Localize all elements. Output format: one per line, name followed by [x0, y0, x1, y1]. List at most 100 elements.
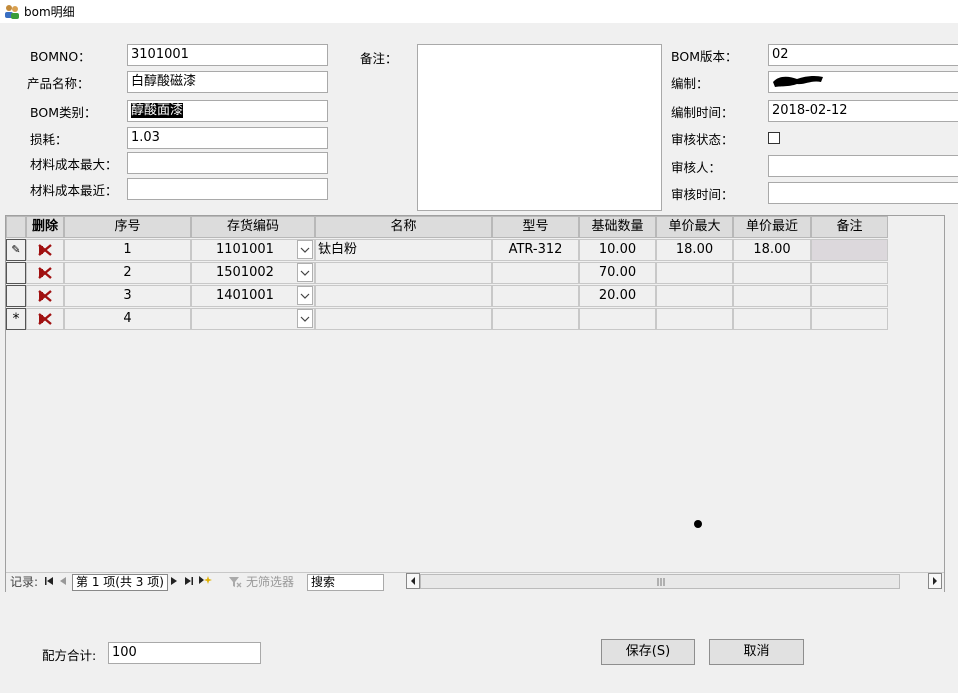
price-max-cell[interactable]	[656, 285, 733, 307]
delete-row-icon[interactable]	[38, 244, 52, 256]
bomtype-label: BOM类别：	[30, 105, 97, 120]
scroll-right-icon[interactable]	[928, 573, 942, 589]
cost-recent-field[interactable]	[127, 178, 328, 200]
qty-cell[interactable]	[579, 308, 656, 330]
new-record-icon[interactable]	[198, 575, 212, 587]
row-selector[interactable]: ✎	[6, 239, 26, 261]
seq-cell[interactable]: 3	[64, 285, 191, 307]
col-header-note: 备注	[811, 216, 888, 238]
name-cell[interactable]	[315, 308, 492, 330]
code-dropdown-button[interactable]	[297, 263, 313, 282]
cost-recent-label: 材料成本最近：	[30, 183, 118, 198]
code-dropdown-button[interactable]	[297, 240, 313, 259]
col-header-price-recent: 单价最近	[733, 216, 811, 238]
chevron-down-icon	[300, 247, 310, 253]
qty-cell[interactable]: 70.00	[579, 262, 656, 284]
delete-cell[interactable]	[26, 308, 64, 330]
record-navigator: 记录: 第 1 项(共 3 项) 无筛选器 搜索	[6, 572, 944, 592]
col-header-price-max: 单价最大	[656, 216, 733, 238]
bomtype-value: 醇酸面漆	[131, 103, 184, 118]
note-cell[interactable]	[811, 262, 888, 284]
filter-icon	[229, 577, 242, 588]
delete-cell[interactable]	[26, 285, 64, 307]
price-recent-cell[interactable]: 18.00	[733, 239, 811, 261]
scroll-thumb[interactable]	[420, 574, 900, 589]
code-dropdown-button[interactable]	[297, 286, 313, 305]
author-time-field[interactable]: 2018-02-12	[768, 100, 958, 122]
delete-cell[interactable]	[26, 239, 64, 261]
delete-row-icon[interactable]	[38, 290, 52, 302]
audit-time-field[interactable]	[768, 182, 958, 204]
audit-status-label: 审核状态：	[671, 132, 734, 147]
code-dropdown-button[interactable]	[297, 309, 313, 328]
auditor-field[interactable]	[768, 155, 958, 177]
row-selector[interactable]	[6, 285, 26, 307]
loss-field[interactable]: 1.03	[127, 127, 328, 149]
formula-total-field[interactable]: 100	[108, 642, 261, 664]
remark-textarea[interactable]	[417, 44, 662, 211]
model-cell[interactable]	[492, 285, 579, 307]
qty-cell[interactable]: 20.00	[579, 285, 656, 307]
price-max-cell[interactable]	[656, 308, 733, 330]
window-title: bom明细	[24, 5, 75, 19]
price-recent-cell[interactable]	[733, 262, 811, 284]
price-recent-cell[interactable]	[733, 308, 811, 330]
formula-total-label: 配方合计:	[42, 648, 97, 663]
price-max-cell[interactable]	[656, 262, 733, 284]
next-record-icon[interactable]	[170, 576, 178, 586]
remark-label: 备注：	[360, 51, 398, 66]
col-header-code: 存货编码	[191, 216, 315, 238]
col-header-model: 型号	[492, 216, 579, 238]
save-button[interactable]: 保存(S)	[601, 639, 695, 665]
search-box[interactable]: 搜索	[307, 574, 384, 591]
bomno-field[interactable]: 3101001	[127, 44, 328, 66]
author-label: 编制：	[671, 76, 709, 91]
new-row-selector[interactable]: *	[6, 308, 26, 330]
note-cell[interactable]	[811, 239, 888, 261]
no-filter-label[interactable]: 无筛选器	[246, 574, 294, 590]
bomtype-field[interactable]: 醇酸面漆	[127, 100, 328, 122]
col-header-name: 名称	[315, 216, 492, 238]
record-label: 记录:	[10, 575, 39, 589]
note-cell[interactable]	[811, 308, 888, 330]
name-cell[interactable]	[315, 262, 492, 284]
first-record-icon[interactable]	[44, 576, 54, 586]
chevron-down-icon	[300, 316, 310, 322]
author-field[interactable]	[768, 71, 958, 93]
note-cell[interactable]	[811, 285, 888, 307]
col-header-seq: 序号	[64, 216, 191, 238]
name-cell[interactable]	[315, 285, 492, 307]
model-cell[interactable]	[492, 262, 579, 284]
seq-cell[interactable]: 2	[64, 262, 191, 284]
qty-cell[interactable]: 10.00	[579, 239, 656, 261]
cost-max-field[interactable]	[127, 152, 328, 174]
row-selector[interactable]	[6, 262, 26, 284]
bom-detail-grid: 删除 序号 存货编码 名称 型号 基础数量 单价最大 单价最近 备注 ✎ 1 1…	[5, 215, 945, 592]
seq-cell[interactable]: 4	[64, 308, 191, 330]
delete-row-icon[interactable]	[38, 267, 52, 279]
delete-row-icon[interactable]	[38, 313, 52, 325]
name-cell[interactable]: 钛白粉	[315, 239, 492, 261]
audit-time-label: 审核时间：	[671, 187, 734, 202]
model-cell[interactable]	[492, 308, 579, 330]
horizontal-scrollbar[interactable]	[404, 573, 944, 590]
seq-cell[interactable]: 1	[64, 239, 191, 261]
cursor-dot	[694, 520, 702, 528]
prev-record-icon[interactable]	[59, 576, 67, 586]
col-header-qty: 基础数量	[579, 216, 656, 238]
record-position[interactable]: 第 1 项(共 3 项)	[72, 574, 168, 591]
grip-icon	[657, 578, 665, 586]
version-field[interactable]: 02	[768, 44, 958, 66]
loss-label: 损耗：	[30, 132, 68, 147]
price-recent-cell[interactable]	[733, 285, 811, 307]
delete-cell[interactable]	[26, 262, 64, 284]
product-field[interactable]: 白醇酸磁漆	[127, 71, 328, 93]
last-record-icon[interactable]	[184, 576, 194, 586]
model-cell[interactable]: ATR-312	[492, 239, 579, 261]
scroll-left-icon[interactable]	[406, 573, 420, 589]
price-max-cell[interactable]: 18.00	[656, 239, 733, 261]
cost-max-label: 材料成本最大：	[30, 157, 118, 172]
cancel-button[interactable]: 取消	[709, 639, 804, 665]
audit-status-checkbox[interactable]	[768, 132, 780, 144]
title-bar: bom明细	[0, 0, 958, 23]
